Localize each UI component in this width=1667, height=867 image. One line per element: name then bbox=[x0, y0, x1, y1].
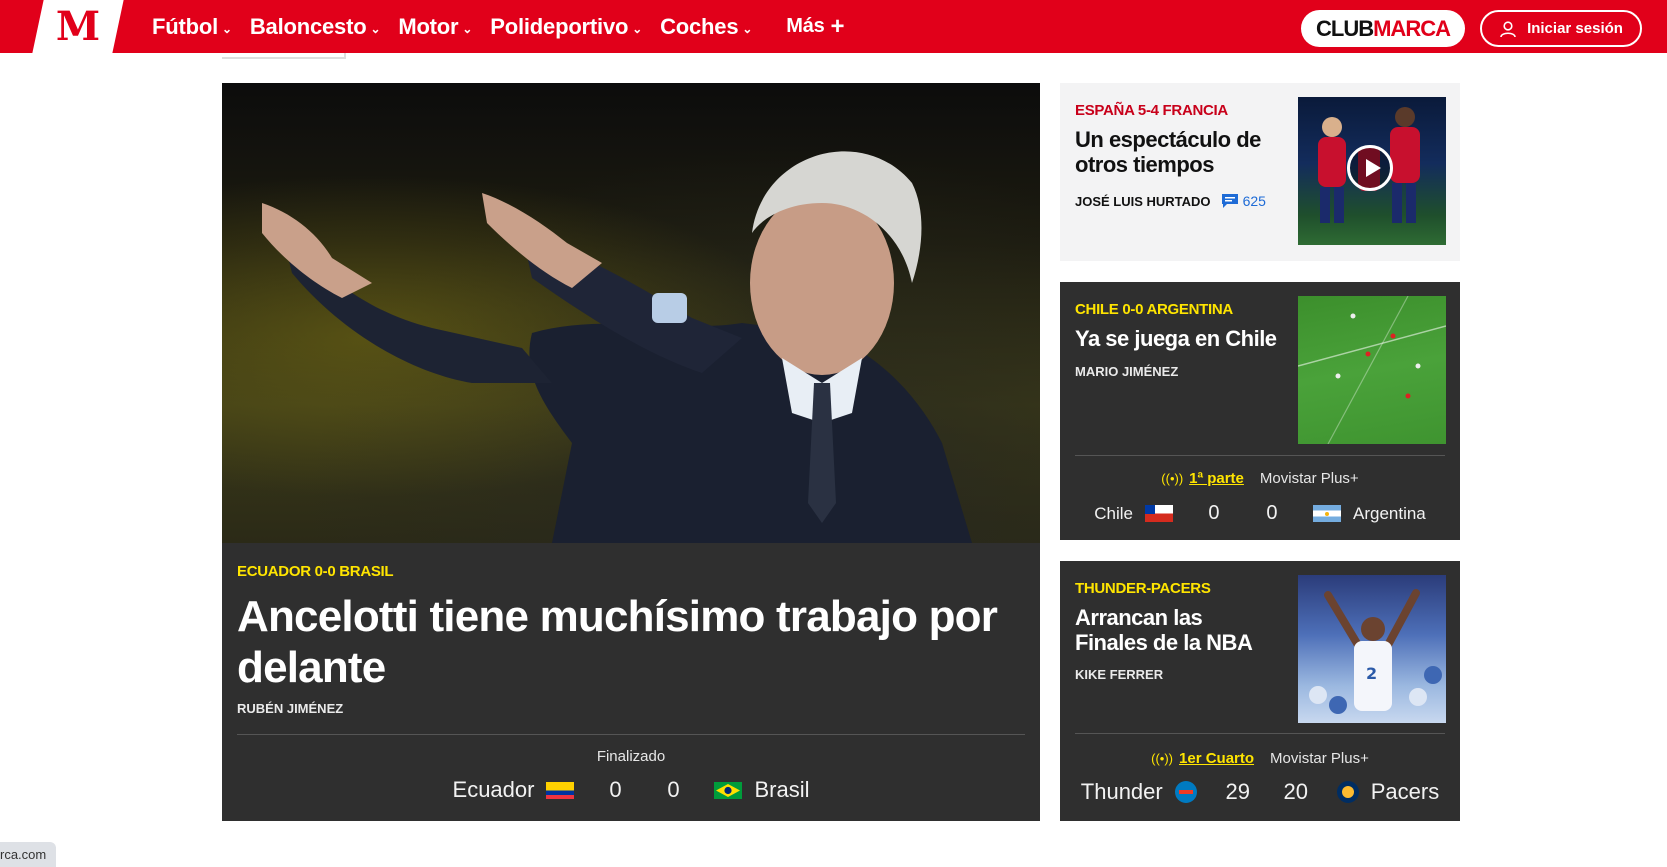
lead-author: RUBÉN JIMÉNEZ bbox=[237, 701, 344, 716]
live-broadcast-icon: ((•)) bbox=[1161, 471, 1184, 486]
play-icon[interactable] bbox=[1347, 145, 1393, 191]
card-video-thumbnail[interactable] bbox=[1298, 97, 1446, 245]
live-broadcast-icon: ((•)) bbox=[1151, 751, 1174, 766]
broadcaster: Movistar Plus+ bbox=[1259, 470, 1359, 487]
card-byline: JOSÉ LUIS HURTADO 625 bbox=[1075, 193, 1266, 209]
brasil-flag-icon bbox=[714, 781, 743, 799]
club-marca-button[interactable]: CLUB MARCA bbox=[1301, 10, 1465, 47]
card-headline[interactable]: Ya se juega en Chile bbox=[1075, 326, 1280, 351]
nav-item-motor[interactable]: Motor ⌄ bbox=[398, 14, 472, 40]
login-button[interactable]: Iniciar sesión bbox=[1480, 10, 1642, 47]
nav-item-polideportivo[interactable]: Polideportivo ⌄ bbox=[490, 14, 642, 40]
nav-item-label: Fútbol bbox=[152, 13, 218, 39]
live-status-row: ((•)) 1er Cuarto Movistar Plus+ bbox=[1060, 750, 1460, 767]
pitch-illustration bbox=[1298, 296, 1446, 444]
scoreboard[interactable]: Chile 0 0 Argentina bbox=[1060, 502, 1460, 525]
home-team-name: Ecuador bbox=[452, 777, 535, 802]
top-navigation-bar: M Fútbol ⌄ Baloncesto ⌄ Motor ⌄ Polideporti… bbox=[0, 0, 1667, 53]
comments-count: 625 bbox=[1242, 193, 1266, 209]
nav-item-mas[interactable]: Más + bbox=[786, 13, 844, 41]
lead-kicker[interactable]: ECUADOR 0-0 BRASIL bbox=[237, 563, 394, 580]
card-kicker[interactable]: THUNDER-PACERS bbox=[1075, 580, 1211, 597]
story-card-chile-argentina[interactable]: CHILE 0-0 ARGENTINA Ya se juega en Chile… bbox=[1060, 282, 1460, 540]
away-score: 0 bbox=[667, 777, 680, 802]
comments-link[interactable]: 625 bbox=[1221, 193, 1266, 209]
card-author: KIKE FERRER bbox=[1075, 667, 1164, 682]
card-kicker[interactable]: ESPAÑA 5-4 FRANCIA bbox=[1075, 102, 1228, 119]
home-team-name: Thunder bbox=[1080, 779, 1163, 804]
match-status: Finalizado bbox=[596, 748, 666, 765]
broadcaster: Movistar Plus+ bbox=[1270, 750, 1369, 767]
lead-photo[interactable] bbox=[222, 83, 1040, 543]
plus-icon: + bbox=[830, 12, 845, 40]
card-headline[interactable]: Un espectáculo de otros tiempos bbox=[1075, 127, 1280, 177]
card-kicker[interactable]: CHILE 0-0 ARGENTINA bbox=[1075, 301, 1233, 318]
nav-item-futbol[interactable]: Fútbol ⌄ bbox=[152, 14, 232, 40]
scoreboard[interactable]: Thunder 29 20 Pacers bbox=[1060, 779, 1460, 805]
divider bbox=[1075, 455, 1445, 456]
nav-item-label: Baloncesto bbox=[249, 13, 367, 39]
lead-photo-illustration bbox=[262, 151, 972, 543]
nav-item-baloncesto[interactable]: Baloncesto ⌄ bbox=[249, 13, 381, 40]
chevron-down-icon: ⌄ bbox=[462, 21, 473, 36]
nav-item-label: Más bbox=[786, 15, 825, 37]
argentina-flag-icon bbox=[1312, 505, 1341, 522]
nav-item-label: Polideportivo bbox=[490, 13, 629, 39]
main-nav: Fútbol ⌄ Baloncesto ⌄ Motor ⌄ Polideportivo… bbox=[152, 0, 862, 53]
away-team-name: Pacers bbox=[1370, 779, 1440, 804]
chile-flag-icon bbox=[1144, 505, 1173, 522]
scoreboard[interactable]: Ecuador 0 0 Brasil bbox=[222, 777, 1040, 803]
chevron-down-icon: ⌄ bbox=[222, 21, 232, 36]
story-card-thunder-pacers[interactable]: THUNDER-PACERS Arrancan las Finales de l… bbox=[1060, 561, 1460, 821]
story-card-espana-francia[interactable]: ESPAÑA 5-4 FRANCIA Un espectáculo de otr… bbox=[1060, 83, 1460, 261]
chevron-down-icon: ⌄ bbox=[742, 21, 753, 36]
home-score: 0 bbox=[1208, 502, 1220, 524]
card-thumbnail[interactable] bbox=[1298, 296, 1446, 444]
away-team-name: Brasil bbox=[754, 777, 810, 802]
nav-item-label: Motor bbox=[398, 13, 459, 39]
home-score: 0 bbox=[609, 777, 622, 802]
browser-status-url: rca.com bbox=[0, 842, 57, 867]
lead-story[interactable]: ECUADOR 0-0 BRASIL Ancelotti tiene muchí… bbox=[222, 83, 1040, 821]
player-celebrating-illustration: 2 bbox=[1309, 589, 1442, 714]
club-marca-label-club: CLUB bbox=[1316, 15, 1374, 41]
live-period-link[interactable]: 1er Cuarto bbox=[1179, 750, 1254, 767]
away-team-name: Argentina bbox=[1352, 503, 1426, 523]
divider bbox=[237, 734, 1025, 735]
lead-headline[interactable]: Ancelotti tiene muchísimo trabajo por de… bbox=[237, 591, 1027, 693]
away-score: 20 bbox=[1283, 779, 1308, 804]
chevron-down-icon: ⌄ bbox=[632, 21, 643, 36]
marca-logo[interactable]: M bbox=[56, 0, 100, 53]
card-headline[interactable]: Arrancan las Finales de la NBA bbox=[1075, 605, 1280, 655]
nav-item-coches[interactable]: Coches ⌄ bbox=[660, 14, 752, 40]
user-icon bbox=[1500, 20, 1516, 37]
live-status-row: ((•)) 1ª parte Movistar Plus+ bbox=[1060, 470, 1460, 487]
chevron-down-icon: ⌄ bbox=[370, 21, 381, 36]
card-thumbnail[interactable]: 2 bbox=[1298, 575, 1446, 723]
subnav-divider bbox=[222, 53, 346, 59]
nav-item-label: Coches bbox=[660, 13, 739, 39]
comment-icon bbox=[1221, 194, 1238, 208]
home-score: 29 bbox=[1225, 779, 1250, 804]
card-author: MARIO JIMÉNEZ bbox=[1075, 364, 1179, 379]
thunder-logo-icon bbox=[1174, 781, 1197, 803]
svg-text:2: 2 bbox=[1366, 664, 1377, 683]
ecuador-flag-icon bbox=[546, 781, 575, 799]
pacers-logo-icon bbox=[1336, 781, 1359, 803]
card-author: JOSÉ LUIS HURTADO bbox=[1075, 193, 1211, 209]
divider bbox=[1075, 733, 1445, 734]
live-period-link[interactable]: 1ª parte bbox=[1189, 470, 1244, 487]
club-marca-label-marca: MARCA bbox=[1373, 15, 1451, 41]
home-team-name: Chile bbox=[1094, 503, 1133, 523]
login-label: Iniciar sesión bbox=[1527, 20, 1623, 37]
away-score: 0 bbox=[1266, 502, 1278, 524]
